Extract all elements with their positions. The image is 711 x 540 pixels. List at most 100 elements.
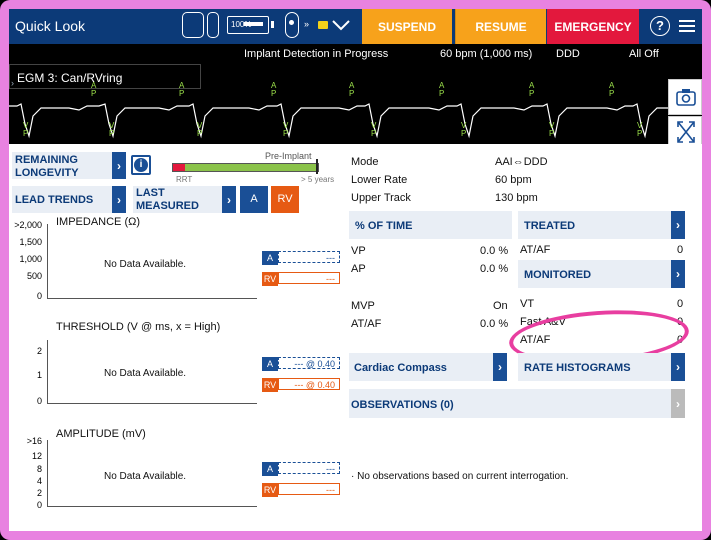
menu-icon[interactable] (677, 16, 697, 36)
egm-marker-ap: AP (271, 81, 277, 98)
mode-value: AAI⇔DDD (495, 156, 548, 168)
remaining-longevity-label: REMAINING LONGEVITY (15, 154, 79, 179)
chevron-right-icon: › (112, 152, 126, 179)
egm-strip: AP VP AP VP AP VP AP VP AP VP AP VP AP V… (9, 64, 702, 146)
impedance-rv-tag: RV (262, 272, 278, 286)
suspend-button[interactable]: SUSPEND (362, 9, 452, 44)
resume-button[interactable]: RESUME (455, 9, 546, 44)
status-message: Implant Detection in Progress (244, 48, 389, 60)
upper-track-value: 130 bpm (495, 192, 538, 204)
egm-marker-ap: AP (529, 81, 535, 98)
status-alerts: All Off (629, 48, 659, 60)
rate-histograms-button[interactable]: RATE HISTOGRAMS › (518, 353, 685, 381)
amplitude-rv-tag: RV (262, 483, 278, 497)
chevron-right-icon: › (112, 186, 126, 213)
remaining-longevity-button[interactable]: REMAINING LONGEVITY › (12, 152, 126, 179)
last-measured-label: LAST MEASURED (136, 187, 199, 212)
egm-channel-label[interactable]: EGM 3: Can/RVring (9, 64, 201, 89)
egm-marker-vp: VP (371, 121, 377, 138)
header-bar: Quick Look 100% » SUSPEND RESUME EMERGEN… (9, 9, 702, 44)
impedance-plot (47, 224, 48, 298)
percent-time-header: % OF TIME (349, 211, 512, 239)
amplitude-plot (47, 440, 48, 506)
amplitude-a-value: --- (278, 462, 340, 474)
rrt-label: RRT (176, 175, 193, 184)
impedance-a-tag: A (262, 251, 278, 265)
years-label: > 5 years (301, 175, 335, 184)
folder-icon (318, 21, 328, 29)
impedance-rv-value: --- (278, 272, 340, 284)
percent-time-row-value: 0.0 % (480, 263, 509, 275)
battery-icon: 100% (227, 16, 269, 34)
amplitude-tick: >16 (26, 436, 42, 446)
threshold-tick: 0 (36, 396, 42, 406)
lower-rate-label: Lower Rate (351, 174, 408, 186)
chevron-right-icon: › (671, 353, 685, 381)
threshold-plot (47, 340, 48, 403)
impedance-title: IMPEDANCE (Ω) (56, 216, 141, 228)
camera-button[interactable] (668, 79, 702, 115)
observations-text: · No observations based on current inter… (351, 471, 569, 482)
monitored-title: MONITORED (524, 269, 592, 281)
impedance-x-axis (47, 298, 257, 299)
threshold-a-tag: A (262, 357, 278, 371)
mode-label: Mode (351, 156, 379, 168)
egm-marker-vp: VP (23, 121, 29, 138)
chevron-right-icon: › (493, 353, 507, 381)
threshold-tick: 2 (36, 346, 42, 356)
threshold-tick: 1 (36, 370, 42, 380)
expand-arrows-icon (677, 121, 695, 143)
battery-rrt-segment (173, 164, 185, 171)
amplitude-title: AMPLITUDE (mV) (56, 428, 146, 440)
percent-time-row-value: 0.0 % (480, 318, 509, 330)
amplitude-tick: 12 (31, 451, 42, 461)
amplitude-tick: 8 (36, 464, 42, 474)
info-icon[interactable]: i (131, 155, 151, 175)
amplitude-rv-value: --- (278, 483, 340, 495)
percent-time-row-label: VP (351, 245, 366, 257)
treated-row-value: 0 (677, 244, 684, 256)
threshold-a-value: --- @ 0.40 (278, 357, 340, 369)
help-icon[interactable]: ? (650, 16, 670, 36)
chevron-right-icon: › (671, 260, 685, 288)
chevron-down-icon[interactable] (332, 19, 350, 31)
amplitude-tick: 0 (36, 500, 42, 510)
percent-time-row-label: MVP (351, 300, 375, 312)
treated-button[interactable]: TREATED › (518, 211, 685, 239)
observations-button[interactable]: OBSERVATIONS (0) › (349, 389, 685, 418)
chamber-a-button[interactable]: A (240, 186, 268, 213)
lead-trends-label: LEAD TRENDS (15, 194, 94, 206)
last-measured-button[interactable]: LAST MEASURED › (133, 186, 236, 213)
app-screen: Quick Look 100% » SUSPEND RESUME EMERGEN… (9, 9, 702, 531)
cardiac-compass-button[interactable]: Cardiac Compass › (349, 353, 507, 381)
expand-button[interactable] (668, 116, 702, 146)
threshold-no-data: No Data Available. (104, 368, 187, 379)
egm-marker-vp: VP (109, 121, 115, 138)
signal-icon: » (304, 19, 310, 29)
lead-trends-button[interactable]: LEAD TRENDS › (12, 186, 126, 213)
implant-device-icon (285, 12, 299, 38)
impedance-no-data: No Data Available. (104, 259, 187, 270)
percent-time-row-label: AT/AF (351, 318, 382, 330)
lower-rate-value: 60 bpm (495, 174, 532, 186)
egm-marker-vp: VP (461, 121, 467, 138)
impedance-tick: 1,500 (19, 237, 42, 247)
page-title: Quick Look (15, 18, 86, 34)
chevron-right-icon: › (222, 186, 236, 213)
emergency-button[interactable]: EMERGENCY (547, 9, 639, 44)
treated-row-label: AT/AF (520, 244, 551, 256)
impedance-tick: 1,000 (19, 254, 42, 264)
percent-time-row-label: AP (351, 263, 366, 275)
impedance-a-value: --- (278, 251, 340, 263)
percent-time-row-value: 0.0 % (480, 245, 509, 257)
quick-look-content: REMAINING LONGEVITY › i Pre-Implant RRT … (9, 144, 702, 531)
chamber-rv-button[interactable]: RV (271, 186, 299, 213)
monitored-button[interactable]: MONITORED › (518, 260, 685, 288)
monitored-row-value: 0 (677, 298, 684, 310)
observations-label: OBSERVATIONS (0) (351, 399, 454, 411)
amplitude-no-data: No Data Available. (104, 471, 187, 482)
programmer-device-icon (182, 12, 204, 38)
egm-marker-ap: AP (439, 81, 445, 98)
egm-marker-vp: VP (283, 121, 289, 138)
percent-time-row-value: On (493, 300, 508, 312)
